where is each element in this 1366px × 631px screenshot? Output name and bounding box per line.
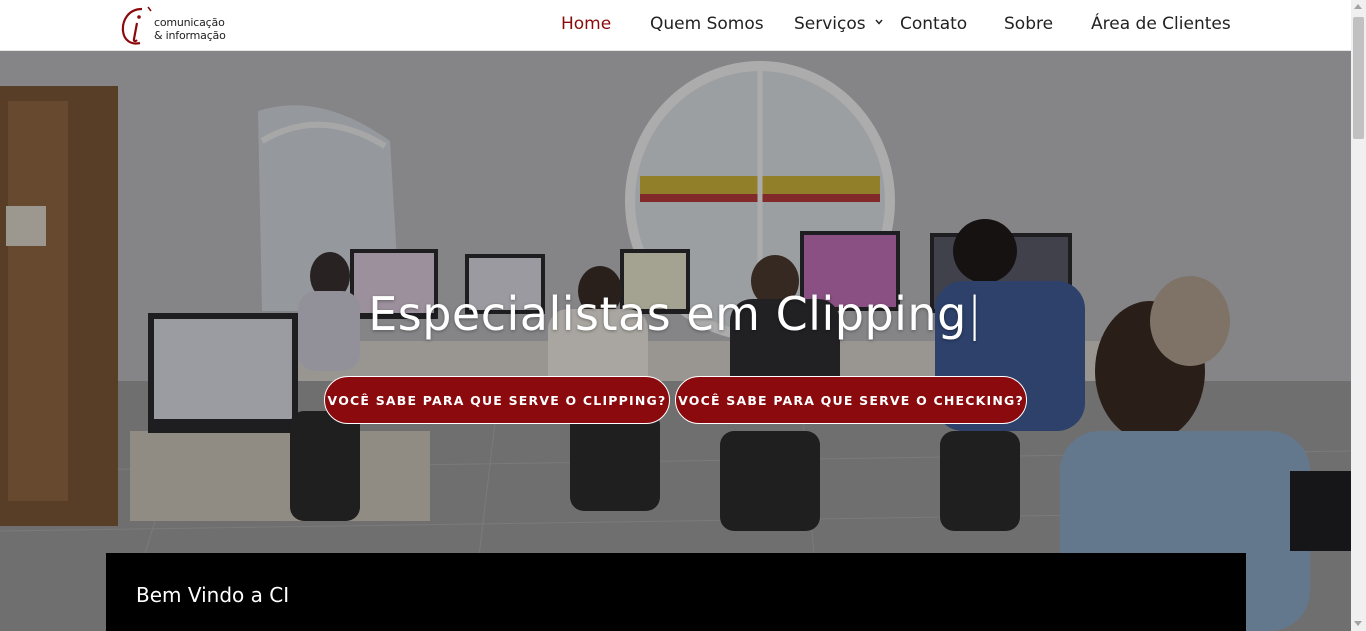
scrollbar-thumb[interactable] [1353, 17, 1364, 139]
nav-servicos[interactable]: Serviços [794, 14, 884, 34]
scroll-up-arrow-icon[interactable] [1354, 4, 1362, 9]
clipping-info-button[interactable]: VOCÊ SABE PARA QUE SERVE O CLIPPING? [324, 376, 670, 424]
page-scrollbar[interactable] [1351, 0, 1366, 631]
chevron-down-icon [875, 19, 883, 25]
welcome-panel: Bem Vindo a CI [106, 553, 1246, 631]
top-navbar: comunicação & informação Home Quem Somos… [0, 0, 1351, 51]
hero-title: Especialistas em Clipping| [0, 287, 1351, 341]
checking-info-button[interactable]: VOCÊ SABE PARA QUE SERVE O CHECKING? [675, 376, 1027, 424]
hero-title-text: Especialistas em Clipping [368, 287, 967, 341]
site-logo[interactable]: comunicação & informação [120, 5, 230, 47]
hero-background-photo [0, 51, 1351, 631]
nav-sobre[interactable]: Sobre [1004, 14, 1053, 34]
nav-home[interactable]: Home [561, 14, 611, 34]
nav-area-clientes[interactable]: Área de Clientes [1091, 14, 1231, 34]
scroll-down-arrow-icon[interactable] [1354, 621, 1362, 626]
nav-contato[interactable]: Contato [900, 14, 967, 34]
logo-text: comunicação & informação [154, 16, 226, 42]
nav-quem-somos[interactable]: Quem Somos [650, 14, 764, 34]
logo-line1: comunicação [154, 16, 225, 29]
typing-cursor: | [966, 287, 983, 341]
hero-section: Especialistas em Clipping| VOCÊ SABE PAR… [0, 51, 1351, 631]
welcome-title: Bem Vindo a CI [136, 583, 290, 607]
ci-logo-icon [121, 6, 152, 45]
logo-line2: & informação [154, 29, 226, 42]
nav-servicos-label: Serviços [794, 14, 866, 34]
